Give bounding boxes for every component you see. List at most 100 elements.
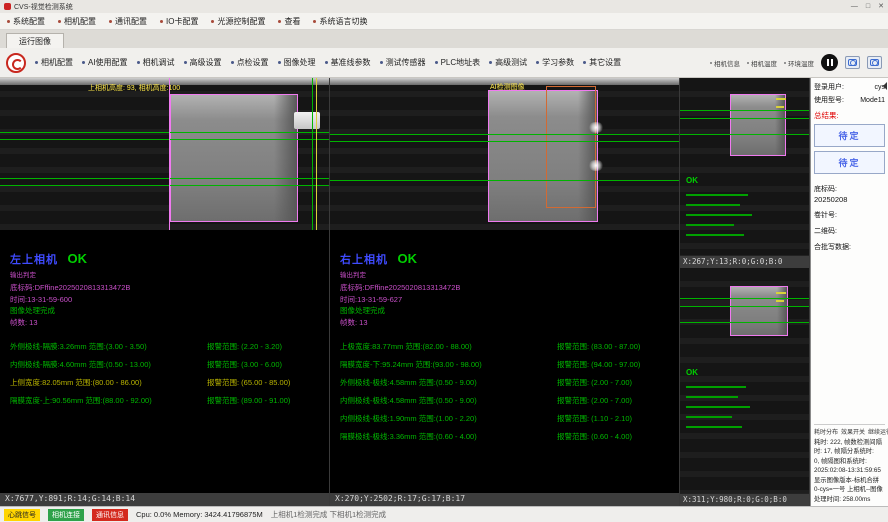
total-result-label: 总结果: [814,110,885,121]
green-guide-line [680,322,809,323]
measurement-alarm: 报警范围: (3.00 - 6.00) [207,359,319,370]
left-pixel-readout: X:7677,Y:891;R:14;G:14;B:14 [0,493,329,506]
cpu-memory-readout: Cpu: 0.0% Memory: 3424.41796875M [136,510,263,519]
tab-run-image[interactable]: 运行图像 [6,33,64,48]
mini-text-line [686,386,746,388]
measurement-alarm: 报警范围: (0.60 - 4.00) [557,431,669,442]
stats-tabs: 耗时分布 效果开关 继续运行 [814,424,885,436]
right-result-judge: 输出判定 [340,269,669,279]
left-barcode: 底标码:DFffine2025020813313472B [10,282,319,294]
small-camera-view-1: OK X:267;Y:13;R:0;G:0;B:0 [680,78,809,268]
menu-comm-config[interactable]: 通讯配置 [109,16,147,27]
stats-tab-1[interactable]: 耗时分布 [814,427,838,436]
mini-text-line [686,234,744,236]
tool-spot-check[interactable]: 点检设置 [231,57,269,68]
menu-light-config[interactable]: 光源控制配置 [211,16,265,27]
menu-view[interactable]: 查看 [278,16,300,27]
menu-language-switch[interactable]: 系统语言切换 [313,16,367,27]
small-camera-canvas-2[interactable]: OK [680,268,809,494]
green-guide-line [330,180,679,181]
right-process-done: 图像处理完成 [340,305,669,317]
green-guide-line [680,110,809,111]
status-bar: 心跳信号 相机连接 通讯信息 Cpu: 0.0% Memory: 3424.41… [0,506,888,522]
left-time: 时间:13-31-59-600 [10,294,319,306]
tool-learn-params[interactable]: 学习参数 [536,57,574,68]
tool-baseline-params[interactable]: 基准线参数 [325,57,371,68]
toolbar: 相机配置 AI使用配置 相机调试 高级设置 点检设置 图像处理 基准线参数 测试… [0,48,888,78]
measurement-alarm: 报警范围: (2.00 - 7.00) [557,377,669,388]
tool-other-settings[interactable]: 其它设置 [583,57,621,68]
stats-tab-3[interactable]: 继续运行 [868,427,888,436]
right-result-panel: 右上相机 OK 输出判定 底标码:DFffine2025020813313472… [330,230,679,493]
pause-icon [831,59,833,66]
right-time: 时间:13-31-59-627 [340,294,669,306]
tool-camera-config[interactable]: 相机配置 [35,57,73,68]
green-guide-line [680,298,809,299]
window-controls: — □ ✕ [851,3,884,10]
tool-advanced-test[interactable]: 高级测试 [489,57,527,68]
tool-advanced-settings[interactable]: 高级设置 [184,57,222,68]
tab-row: 运行图像 [0,30,888,48]
left-result-title: 左上相机 [10,254,58,266]
green-guide-line [680,134,809,135]
green-guide-line [680,306,809,307]
camera-temp-label: 相机温度 [747,58,777,68]
mini-text-line [686,224,734,226]
login-row: 登录用户: cys [814,82,885,92]
stats-line: 时: 17, 帧隔分系统时: [814,447,885,456]
right-measurements: 上极宽度:83.77mm 范围:(82.00 - 88.00) 报警范围: (8… [340,341,669,442]
tool-ai-config[interactable]: AI使用配置 [82,57,128,68]
small-pixel-readout-2: X:311;Y:980;R:0;G:0;B:0 [680,494,809,506]
minimize-icon[interactable]: — [851,3,858,10]
tool-sensor-test[interactable]: 测试传感器 [380,57,426,68]
pause-button[interactable] [821,54,838,71]
measurement-value: 外侧极线-极线:4.58mm 范围:(0.50 - 9.00) [340,377,557,388]
collapse-arrow-icon[interactable] [879,82,887,90]
toolbar-right-cluster: 相机信息 相机温度 环境温度 [710,54,882,71]
small-ok-text: OK [686,368,698,377]
title-bar: CVS-视觉检测系统 — □ ✕ [0,0,888,13]
stats-line: 处理时间: 258.00ms [814,495,885,504]
green-guide-line [0,132,329,133]
result-indicator-2: 待定 [814,151,885,174]
tool-image-process[interactable]: 图像处理 [278,57,316,68]
right-result-title: 右上相机 [340,254,388,266]
maximize-icon[interactable]: □ [866,3,870,10]
left-result-line: 左上相机 OK [10,250,319,268]
left-camera-canvas[interactable]: 上相机高度: 93, 相机高度:100 [0,78,329,230]
close-icon[interactable]: ✕ [878,3,884,10]
camera-capture-button-2[interactable] [867,56,882,69]
batch-label: 合批写数据: [814,242,885,252]
measurement-value: 隔膜宽度-上:90.56mm 范围:(88.00 - 92.00) [10,395,207,406]
stats-tab-2[interactable]: 效果开关 [841,427,865,436]
reel-label: 卷针号: [814,210,885,220]
menu-system-config[interactable]: 系统配置 [7,16,45,27]
yellow-marker [776,292,786,294]
right-camera-canvas[interactable]: AI检测图像 [330,78,679,230]
camera-capture-button-1[interactable] [845,56,860,69]
measurement-value: 上极宽度:83.77mm 范围:(82.00 - 88.00) [340,341,557,352]
small-ok-text: OK [686,176,698,185]
menu-io-config[interactable]: IO卡配置 [160,16,198,27]
model-value: Mode11 [860,97,885,104]
mini-text-line [686,204,740,206]
camera-link-badge: 相机连接 [48,509,84,521]
right-frame-count: 帧数: 13 [340,317,669,329]
tool-camera-debug[interactable]: 相机调试 [137,57,175,68]
right-barcode: 底标码:DFffine2025020813313472B [340,282,669,294]
menu-bar: 系统配置 相机配置 通讯配置 IO卡配置 光源控制配置 查看 系统语言切换 [0,13,888,30]
reflection-flare [588,160,604,171]
part-region [170,94,298,222]
left-process-done: 图像处理完成 [10,305,319,317]
part-region [730,94,786,156]
tool-plc-table[interactable]: PLC地址表 [435,57,481,68]
model-label: 使用型号: [814,95,844,105]
stats-line: 0, 帧隔图和系统时: [814,457,885,466]
menu-camera-config[interactable]: 相机配置 [58,16,96,27]
mini-text-line [686,426,742,428]
green-guide-line [0,185,329,186]
yellow-marker [776,98,786,100]
brand-logo-icon [6,53,26,73]
small-camera-canvas-1[interactable]: OK [680,78,809,256]
small-views-column: OK X:267;Y:13;R:0;G:0;B:0 [680,78,810,506]
